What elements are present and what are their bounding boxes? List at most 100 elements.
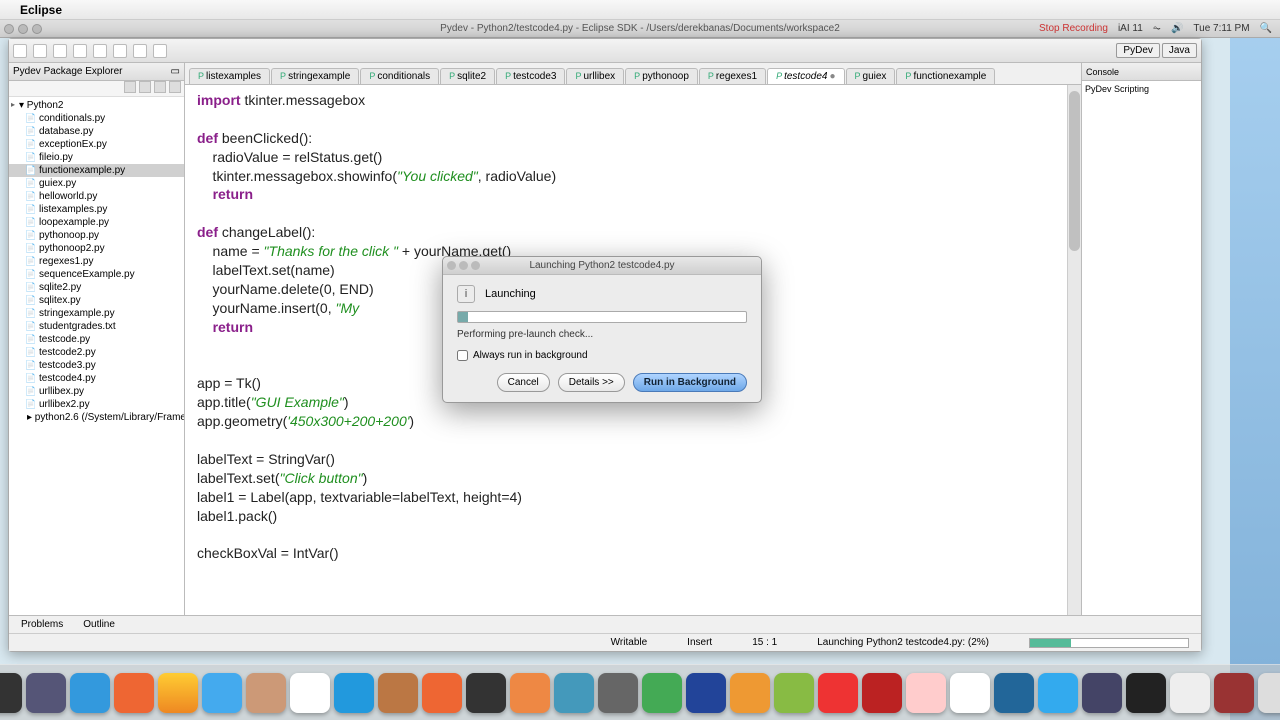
always-background-checkbox[interactable] (457, 350, 468, 361)
file-node[interactable]: testcode2.py (9, 346, 184, 359)
toolbar-button[interactable] (133, 44, 147, 58)
file-node[interactable]: fileio.py (9, 151, 184, 164)
dock-icon[interactable] (466, 673, 506, 713)
dock-icon[interactable] (862, 673, 902, 713)
editor-tab[interactable]: Ppythonoop (625, 68, 698, 84)
dock-icon[interactable] (158, 673, 198, 713)
status-writable: Writable (611, 637, 648, 648)
dock-icon[interactable] (26, 673, 66, 713)
dock-icon[interactable] (774, 673, 814, 713)
spotlight-icon[interactable]: 🔍 (1260, 23, 1272, 34)
file-node[interactable]: pythonoop2.py (9, 242, 184, 255)
file-node[interactable]: database.py (9, 125, 184, 138)
package-explorer: Pydev Package Explorer ▭ ▾ Python2condit… (9, 63, 185, 615)
dock-icon[interactable] (1126, 673, 1166, 713)
file-node[interactable]: urllibex.py (9, 385, 184, 398)
file-node[interactable]: loopexample.py (9, 216, 184, 229)
file-node[interactable]: sqlite2.py (9, 281, 184, 294)
dock-icon[interactable] (114, 673, 154, 713)
python-system-node[interactable]: ▸ python2.6 (/System/Library/Frameworks/… (9, 411, 184, 424)
file-node[interactable]: testcode4.py (9, 372, 184, 385)
console-tab[interactable]: Console (1086, 67, 1119, 77)
outline-tab[interactable]: Outline (77, 618, 121, 631)
perspective-pydev[interactable]: PyDev (1116, 43, 1159, 58)
file-node[interactable]: testcode.py (9, 333, 184, 346)
dock-icon[interactable] (818, 673, 858, 713)
dock-icon[interactable] (598, 673, 638, 713)
run-in-background-button[interactable]: Run in Background (633, 373, 747, 392)
dock-icon[interactable] (246, 673, 286, 713)
file-node[interactable]: functionexample.py (9, 164, 184, 177)
file-node[interactable]: regexes1.py (9, 255, 184, 268)
dock-icon[interactable] (1170, 673, 1210, 713)
dock-icon[interactable] (378, 673, 418, 713)
dock-icon[interactable] (334, 673, 374, 713)
always-background-label: Always run in background (473, 350, 588, 361)
dock-icon[interactable] (642, 673, 682, 713)
file-node[interactable]: stringexample.py (9, 307, 184, 320)
dock-icon[interactable] (0, 673, 22, 713)
editor-tab[interactable]: Pconditionals (360, 68, 439, 84)
wifi-icon: ⏦ (1153, 23, 1161, 34)
menubar-right: Stop Recording iAI 11 ⏦ 🔊 Tue 7:11 PM 🔍 (1039, 23, 1272, 34)
stop-recording[interactable]: Stop Recording (1039, 23, 1108, 34)
dock-icon[interactable] (1258, 673, 1280, 713)
toolbar-button[interactable] (13, 44, 27, 58)
dock-icon[interactable] (1038, 673, 1078, 713)
file-node[interactable]: urllibex2.py (9, 398, 184, 411)
editor-tab[interactable]: Psqlite2 (440, 68, 495, 84)
file-node[interactable]: sequenceExample.py (9, 268, 184, 281)
editor-tab[interactable]: Ptestcode3 (496, 68, 565, 84)
details-button[interactable]: Details >> (558, 373, 625, 392)
window-title: Pydev - Python2/testcode4.py - Eclipse S… (440, 23, 840, 34)
dock-icon[interactable] (510, 673, 550, 713)
dock-icon[interactable] (422, 673, 462, 713)
file-tree[interactable]: ▾ Python2conditionals.pydatabase.pyexcep… (9, 97, 184, 615)
dock-icon[interactable] (1214, 673, 1254, 713)
dock-icon[interactable] (70, 673, 110, 713)
cancel-button[interactable]: Cancel (497, 373, 550, 392)
dock-icon[interactable] (686, 673, 726, 713)
toolbar-button[interactable] (53, 44, 67, 58)
dock-icon[interactable] (290, 673, 330, 713)
editor-tab[interactable]: Ptestcode4● (767, 68, 844, 84)
main-toolbar: PyDev Java (9, 39, 1201, 63)
perspective-java[interactable]: Java (1162, 43, 1197, 58)
file-node[interactable]: guiex.py (9, 177, 184, 190)
project-node[interactable]: ▾ Python2 (9, 99, 184, 112)
file-node[interactable]: helloworld.py (9, 190, 184, 203)
editor-tab[interactable]: Pregexes1 (699, 68, 766, 84)
file-node[interactable]: sqlitex.py (9, 294, 184, 307)
dock-icon[interactable] (730, 673, 770, 713)
file-node[interactable]: exceptionEx.py (9, 138, 184, 151)
file-node[interactable]: testcode3.py (9, 359, 184, 372)
editor-tab[interactable]: Pstringexample (271, 68, 359, 84)
editor-tab[interactable]: Pguiex (846, 68, 896, 84)
mac-app-name[interactable]: Eclipse (20, 3, 62, 17)
toolbar-button[interactable] (33, 44, 47, 58)
editor-tab[interactable]: Pfunctionexample (896, 68, 995, 84)
window-traffic-lights[interactable] (4, 24, 42, 34)
file-node[interactable]: conditionals.py (9, 112, 184, 125)
dock-icon[interactable] (554, 673, 594, 713)
toolbar-button[interactable] (153, 44, 167, 58)
toolbar-button[interactable] (73, 44, 87, 58)
bottom-panel: Problems Outline Writable Insert 15 : 1 … (9, 615, 1201, 651)
dock-icon[interactable] (202, 673, 242, 713)
minimize-icon[interactable]: ▭ (171, 66, 180, 77)
dock-icon[interactable] (1082, 673, 1122, 713)
dock-icon[interactable] (994, 673, 1034, 713)
file-node[interactable]: pythonoop.py (9, 229, 184, 242)
toolbar-button[interactable] (93, 44, 107, 58)
dock-icon[interactable] (906, 673, 946, 713)
file-node[interactable]: studentgrades.txt (9, 320, 184, 333)
editor-tab[interactable]: Plistexamples (189, 68, 270, 84)
file-node[interactable]: listexamples.py (9, 203, 184, 216)
status-insert: Insert (687, 637, 712, 648)
window-titlebar: Pydev - Python2/testcode4.py - Eclipse S… (0, 20, 1280, 38)
vertical-scrollbar[interactable] (1067, 85, 1081, 615)
problems-tab[interactable]: Problems (15, 618, 69, 631)
toolbar-button[interactable] (113, 44, 127, 58)
dock-icon[interactable] (950, 673, 990, 713)
editor-tab[interactable]: Purllibex (566, 68, 624, 84)
